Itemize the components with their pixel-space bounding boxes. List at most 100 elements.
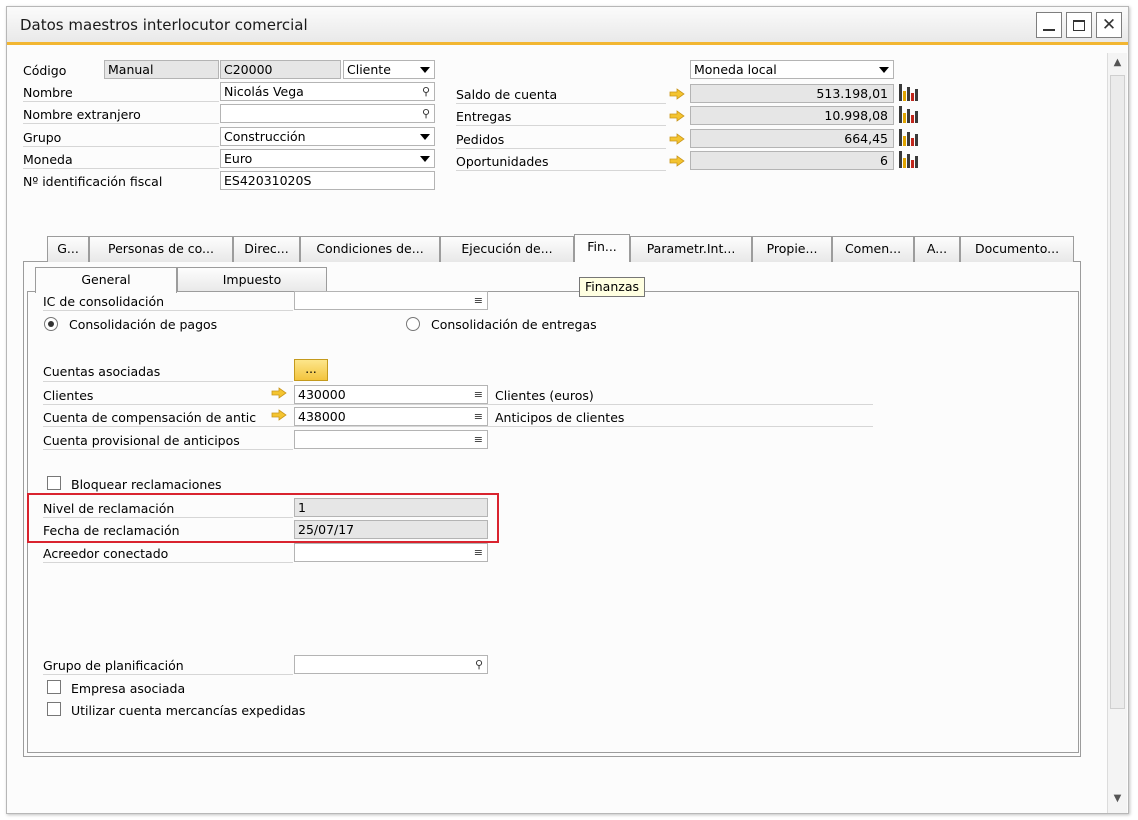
bar-chart-icon-bar bbox=[911, 138, 914, 146]
tab-contacts[interactable]: Personas de co... bbox=[89, 236, 233, 262]
moneda-select-value: Euro bbox=[224, 151, 253, 166]
close-button[interactable]: ✕ bbox=[1096, 12, 1122, 38]
divider bbox=[456, 125, 666, 126]
title-bar: Datos maestros interlocutor comercial ✕ bbox=[7, 7, 1128, 45]
acreedor-conectado-field[interactable]: ≡ bbox=[294, 543, 488, 562]
subtab-tax[interactable]: Impuesto bbox=[177, 267, 327, 292]
provisional-field[interactable]: ≡ bbox=[294, 430, 488, 449]
balance-label: Entregas bbox=[456, 109, 512, 124]
link-arrow-icon[interactable] bbox=[669, 110, 685, 122]
scroll-down-icon[interactable]: ▼ bbox=[1110, 791, 1125, 807]
bar-chart-icon[interactable] bbox=[899, 151, 918, 168]
maximize-button[interactable] bbox=[1066, 12, 1092, 38]
bar-chart-icon-bar bbox=[899, 129, 902, 146]
vertical-scrollbar[interactable]: ▲ ▼ bbox=[1107, 53, 1127, 813]
consolidacion-pagos-radio[interactable] bbox=[44, 317, 58, 331]
divider bbox=[456, 170, 666, 171]
clientes-field[interactable]: 430000 ≡ bbox=[294, 385, 488, 404]
tab-properties[interactable]: Propie... bbox=[752, 236, 832, 262]
business-partner-window: Datos maestros interlocutor comercial ✕ … bbox=[6, 6, 1129, 814]
compensacion-description: Anticipos de clientes bbox=[495, 410, 625, 425]
currency-select[interactable]: Moneda local bbox=[690, 60, 894, 79]
codigo-field[interactable]: C20000 bbox=[220, 60, 341, 79]
link-arrow-icon[interactable] bbox=[669, 155, 685, 167]
nif-field[interactable]: ES42031020S bbox=[220, 171, 435, 190]
key-icon: ⚲ bbox=[421, 107, 430, 120]
tab-payment-run[interactable]: Ejecución de... bbox=[440, 236, 574, 262]
bar-chart-icon[interactable] bbox=[899, 84, 918, 101]
link-arrow-icon[interactable] bbox=[271, 409, 287, 421]
list-icon: ≡ bbox=[473, 433, 483, 446]
tab-finance[interactable]: Fin... bbox=[574, 234, 630, 262]
divider bbox=[43, 449, 293, 450]
tab-label: Comen... bbox=[844, 241, 902, 256]
scroll-up-icon[interactable]: ▲ bbox=[1110, 55, 1125, 71]
cuentas-asociadas-label: Cuentas asociadas bbox=[43, 364, 161, 379]
balance-label: Oportunidades bbox=[456, 154, 549, 169]
clientes-value: 430000 bbox=[298, 387, 346, 402]
key-icon: ⚲ bbox=[474, 658, 483, 671]
tab-general[interactable]: G... bbox=[47, 236, 89, 262]
grupo-planificacion-field[interactable]: ⚲ bbox=[294, 655, 488, 674]
bar-chart-icon-bar bbox=[899, 151, 902, 168]
ic-consolidacion-field[interactable]: ≡ bbox=[294, 291, 488, 310]
tab-tooltip: Finanzas bbox=[579, 277, 645, 297]
grupo-label: Grupo bbox=[23, 130, 62, 145]
codigo-series-field[interactable]: Manual bbox=[104, 60, 219, 79]
link-arrow-icon[interactable] bbox=[669, 133, 685, 145]
tab-documents[interactable]: Documento... bbox=[960, 236, 1074, 262]
moneda-select[interactable]: Euro bbox=[220, 149, 435, 168]
subtab-general[interactable]: General bbox=[35, 267, 177, 293]
compensacion-label: Cuenta de compensación de antic bbox=[43, 410, 257, 425]
compensacion-value: 438000 bbox=[298, 409, 346, 424]
tab-label: Condiciones de... bbox=[316, 241, 424, 256]
tipo-select-value: Cliente bbox=[347, 62, 391, 77]
link-arrow-icon[interactable] bbox=[669, 88, 685, 100]
nombre-extranjero-field[interactable]: ⚲ bbox=[220, 104, 435, 123]
highlight-box bbox=[27, 493, 499, 543]
bloquear-reclamaciones-checkbox[interactable] bbox=[47, 476, 61, 490]
bar-chart-icon[interactable] bbox=[899, 106, 918, 123]
maximize-icon bbox=[1073, 19, 1085, 31]
tab-label: Fin... bbox=[587, 239, 617, 254]
chevron-down-icon bbox=[420, 134, 430, 140]
bar-chart-icon-bar bbox=[911, 93, 914, 101]
cuentas-asociadas-button[interactable]: ... bbox=[294, 359, 328, 381]
chevron-down-icon bbox=[879, 67, 889, 73]
tab-remarks[interactable]: Comen... bbox=[832, 236, 914, 262]
bar-chart-icon[interactable] bbox=[899, 129, 918, 146]
balance-value: 664,45 bbox=[690, 129, 894, 148]
tab-attachments[interactable]: A... bbox=[914, 236, 960, 262]
tab-addresses[interactable]: Direc... bbox=[233, 236, 300, 262]
grupo-select[interactable]: Construcción bbox=[220, 127, 435, 146]
tipo-select[interactable]: Cliente bbox=[343, 60, 435, 79]
divider bbox=[43, 404, 873, 405]
divider bbox=[23, 101, 219, 102]
chevron-down-icon bbox=[420, 156, 430, 162]
link-arrow-icon[interactable] bbox=[271, 387, 287, 399]
mercancias-expedidas-checkbox[interactable] bbox=[47, 702, 61, 716]
nif-label: Nº identificación fiscal bbox=[23, 174, 163, 189]
tab-payment-terms[interactable]: Condiciones de... bbox=[300, 236, 440, 262]
chevron-down-icon bbox=[420, 67, 430, 73]
close-icon: ✕ bbox=[1101, 14, 1117, 35]
scroll-thumb[interactable] bbox=[1110, 75, 1125, 709]
compensacion-field[interactable]: 438000 ≡ bbox=[294, 407, 488, 426]
consolidacion-entregas-radio[interactable] bbox=[406, 317, 420, 331]
divider bbox=[43, 674, 293, 675]
balance-label: Pedidos bbox=[456, 132, 505, 147]
balance-label: Saldo de cuenta bbox=[456, 87, 558, 102]
clientes-label: Clientes bbox=[43, 388, 94, 403]
balance-value: 6 bbox=[690, 151, 894, 170]
bar-chart-icon-bar bbox=[903, 91, 906, 101]
bar-chart-icon-bar bbox=[915, 89, 918, 101]
list-icon: ≡ bbox=[473, 294, 483, 307]
consolidacion-entregas-label: Consolidación de entregas bbox=[431, 317, 597, 332]
bar-chart-icon-bar bbox=[903, 113, 906, 123]
list-icon: ≡ bbox=[473, 388, 483, 401]
nombre-field[interactable]: Nicolás Vega ⚲ bbox=[220, 82, 435, 101]
grupo-select-value: Construcción bbox=[224, 129, 306, 144]
empresa-asociada-checkbox[interactable] bbox=[47, 680, 61, 694]
tab-parameters[interactable]: Parametr.Int... bbox=[630, 236, 752, 262]
minimize-button[interactable] bbox=[1036, 12, 1062, 38]
